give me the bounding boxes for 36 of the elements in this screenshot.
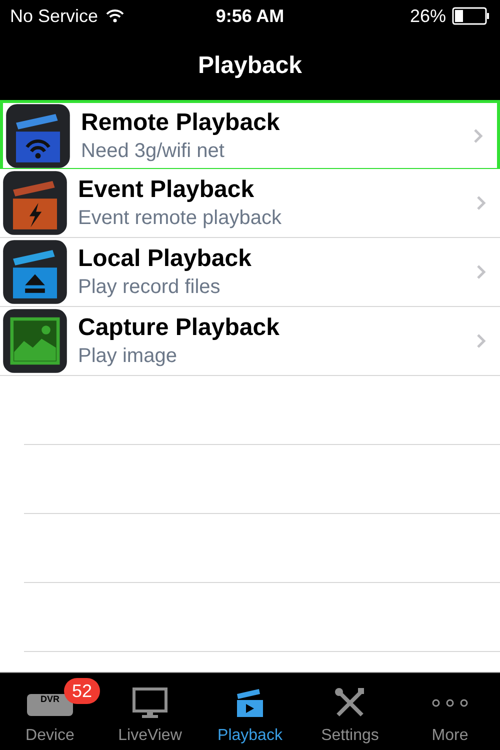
- row-subtitle: Need 3g/wifi net: [81, 138, 226, 164]
- lightning-clapper-icon: [2, 170, 68, 236]
- chevron-icon: [476, 195, 486, 211]
- tools-icon: [334, 687, 366, 719]
- battery-text: 26%: [410, 4, 446, 28]
- notification-badge: 52: [64, 678, 100, 704]
- row-subtitle: Play image: [78, 344, 178, 369]
- list-row[interactable]: Event Playback Event remote playback: [0, 169, 500, 238]
- wifi-clapper-icon: [5, 102, 71, 168]
- tab-bar-item[interactable]: DVR Device 52: [0, 673, 100, 750]
- battery-icon: [452, 7, 490, 25]
- list-row[interactable]: Remote Playback Need 3g/wifi net: [0, 100, 500, 169]
- row-title: Local Playback: [78, 244, 252, 274]
- nav-title: Playback: [198, 51, 302, 81]
- row-title: Remote Playback: [81, 108, 281, 138]
- tab-bar-item[interactable]: Settings: [300, 673, 400, 750]
- row-title: Capture Playback: [78, 313, 280, 343]
- monitor-icon: [132, 687, 168, 719]
- eject-clapper-icon: [2, 239, 68, 305]
- chevron-icon: [476, 264, 486, 280]
- list-row[interactable]: Capture Playback Play image: [0, 307, 500, 376]
- chevron-icon: [473, 128, 483, 144]
- row-subtitle: Play record files: [78, 275, 222, 300]
- tab-bar-item[interactable]: More: [400, 673, 500, 750]
- time-text: 9:56 AM: [216, 4, 284, 28]
- more-icon: [431, 698, 469, 708]
- tab-bar-item[interactable]: LiveView: [100, 673, 200, 750]
- picture-icon: [2, 308, 68, 374]
- chevron-icon: [476, 333, 486, 349]
- wifi-icon: [106, 9, 124, 23]
- row-subtitle: Event remote playback: [78, 206, 282, 231]
- clapper-icon: [235, 688, 265, 718]
- row-title: Event Playback: [78, 175, 256, 205]
- tab-bar-item[interactable]: Playback: [200, 673, 300, 750]
- carrier-text: No Service: [10, 4, 98, 28]
- list-row[interactable]: Local Playback Play record files: [0, 238, 500, 307]
